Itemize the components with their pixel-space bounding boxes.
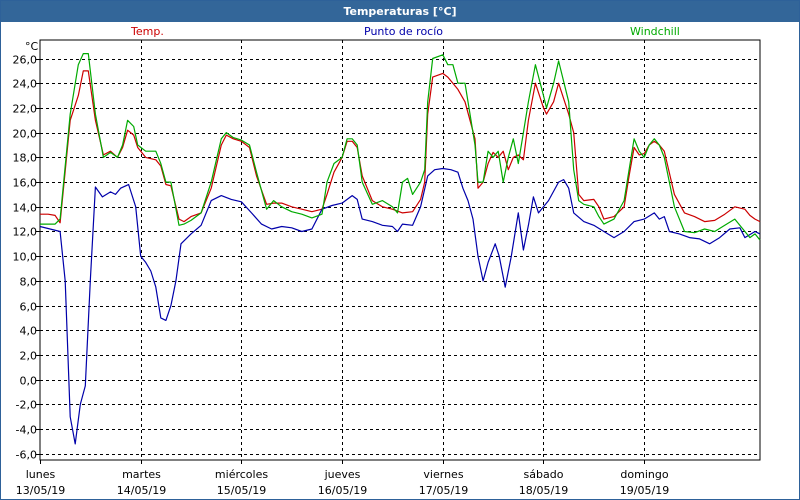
x-tick-day-label: viernes <box>423 468 463 481</box>
y-tick-label: 26,0 <box>13 54 38 67</box>
legend-item-windchill: Windchill <box>630 25 680 38</box>
x-tick-date-label: 17/05/19 <box>419 484 468 497</box>
y-tick-label: 14,0 <box>13 202 38 215</box>
y-tick-label: 4,0 <box>20 325 38 338</box>
y-axis-unit-label: °C <box>25 40 39 53</box>
x-axis: lunes 13/05/19 martes 14/05/19 miércoles 15/0… <box>16 460 669 497</box>
x-tick-day-label: jueves <box>324 468 361 481</box>
y-tick-label: 10,0 <box>13 251 38 264</box>
y-tick-label: 8,0 <box>20 276 38 289</box>
y-tick-label: 20,0 <box>13 128 38 141</box>
y-tick-label: 12,0 <box>13 226 38 239</box>
y-axis: 26,0 24,0 22,0 20,0 18,0 16,0 14,0 12,0 10,0 8,0 6… <box>13 54 40 462</box>
y-tick-label: 24,0 <box>13 78 38 91</box>
legend-item-temp: Temp. <box>130 25 164 38</box>
x-tick-day-label: domingo <box>620 468 668 481</box>
y-tick-label: -4,0 <box>16 424 37 437</box>
x-tick-date-label: 15/05/19 <box>217 484 266 497</box>
x-tick-date-label: 18/05/19 <box>519 484 568 497</box>
x-tick-day-label: martes <box>122 468 161 481</box>
y-tick-label: 16,0 <box>13 177 38 190</box>
y-tick-label: 2,0 <box>20 350 38 363</box>
y-tick-label: 22,0 <box>13 103 38 116</box>
y-tick-label: 6,0 <box>20 301 38 314</box>
x-tick-date-label: 14/05/19 <box>117 484 166 497</box>
x-tick-date-label: 13/05/19 <box>16 484 65 497</box>
x-tick-date-label: 16/05/19 <box>318 484 367 497</box>
x-tick-day-label: sábado <box>524 468 564 481</box>
y-tick-label: 18,0 <box>13 152 38 165</box>
x-tick-date-label: 19/05/19 <box>620 484 669 497</box>
legend-item-dew-point: Punto de rocío <box>364 25 443 38</box>
y-tick-label: -2,0 <box>16 399 37 412</box>
x-tick-day-label: miércoles <box>215 468 268 481</box>
plot-area <box>39 39 761 461</box>
legend: Temp. Punto de rocío Windchill <box>130 25 680 38</box>
x-tick-day-label: lunes <box>26 468 56 481</box>
y-tick-label: 0,0 <box>20 375 38 388</box>
y-tick-label: -6,0 <box>16 449 37 462</box>
temperature-chart: 26,0 24,0 22,0 20,0 18,0 16,0 14,0 12,0 10,0 8,0 6… <box>13 25 761 497</box>
